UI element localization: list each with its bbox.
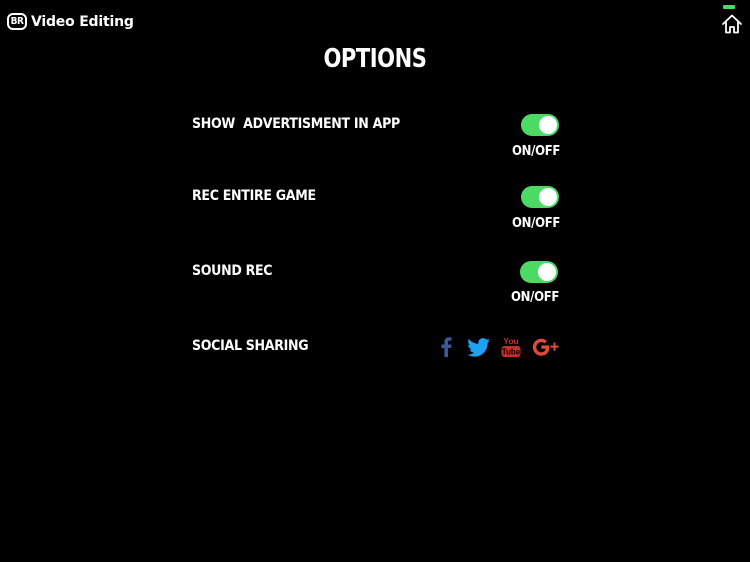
svg-text:Tube: Tube [502, 348, 521, 357]
sound-rec-toggle-label: ON/OFF [511, 290, 560, 305]
twitter-icon [466, 337, 490, 357]
youtube-button[interactable]: You Tube [500, 335, 522, 359]
rec-entire-game-toggle-label: ON/OFF [512, 216, 561, 231]
logo-text: Video Editing [31, 13, 134, 30]
app-logo: BR Video Editing [7, 13, 134, 30]
toggle-knob [539, 116, 557, 134]
option-label-advertisement: SHOW ADVERTISMENT IN APP [192, 116, 400, 132]
google-plus-button[interactable] [530, 335, 560, 359]
advertisement-toggle-label: ON/OFF [512, 144, 561, 159]
option-label-rec-entire-game: REC ENTIRE GAME [192, 188, 316, 204]
google-plus-icon [532, 338, 559, 356]
option-label-sound-rec: SOUND REC [192, 263, 273, 279]
rec-entire-game-toggle[interactable] [521, 186, 559, 208]
facebook-icon [441, 337, 452, 357]
social-sharing-label: SOCIAL SHARING [192, 338, 309, 354]
twitter-button[interactable] [466, 337, 490, 357]
facebook-button[interactable] [437, 336, 455, 358]
sound-rec-toggle[interactable] [520, 261, 558, 283]
page-title: OPTIONS [323, 44, 427, 74]
toggle-knob [539, 188, 557, 206]
svg-text:You: You [503, 336, 518, 346]
toggle-knob [538, 263, 556, 281]
advertisement-toggle[interactable] [521, 114, 559, 136]
home-icon [722, 14, 742, 34]
youtube-icon: You Tube [501, 336, 521, 357]
home-button[interactable] [721, 13, 743, 35]
logo-badge: BR [7, 13, 27, 30]
battery-indicator [723, 5, 735, 9]
